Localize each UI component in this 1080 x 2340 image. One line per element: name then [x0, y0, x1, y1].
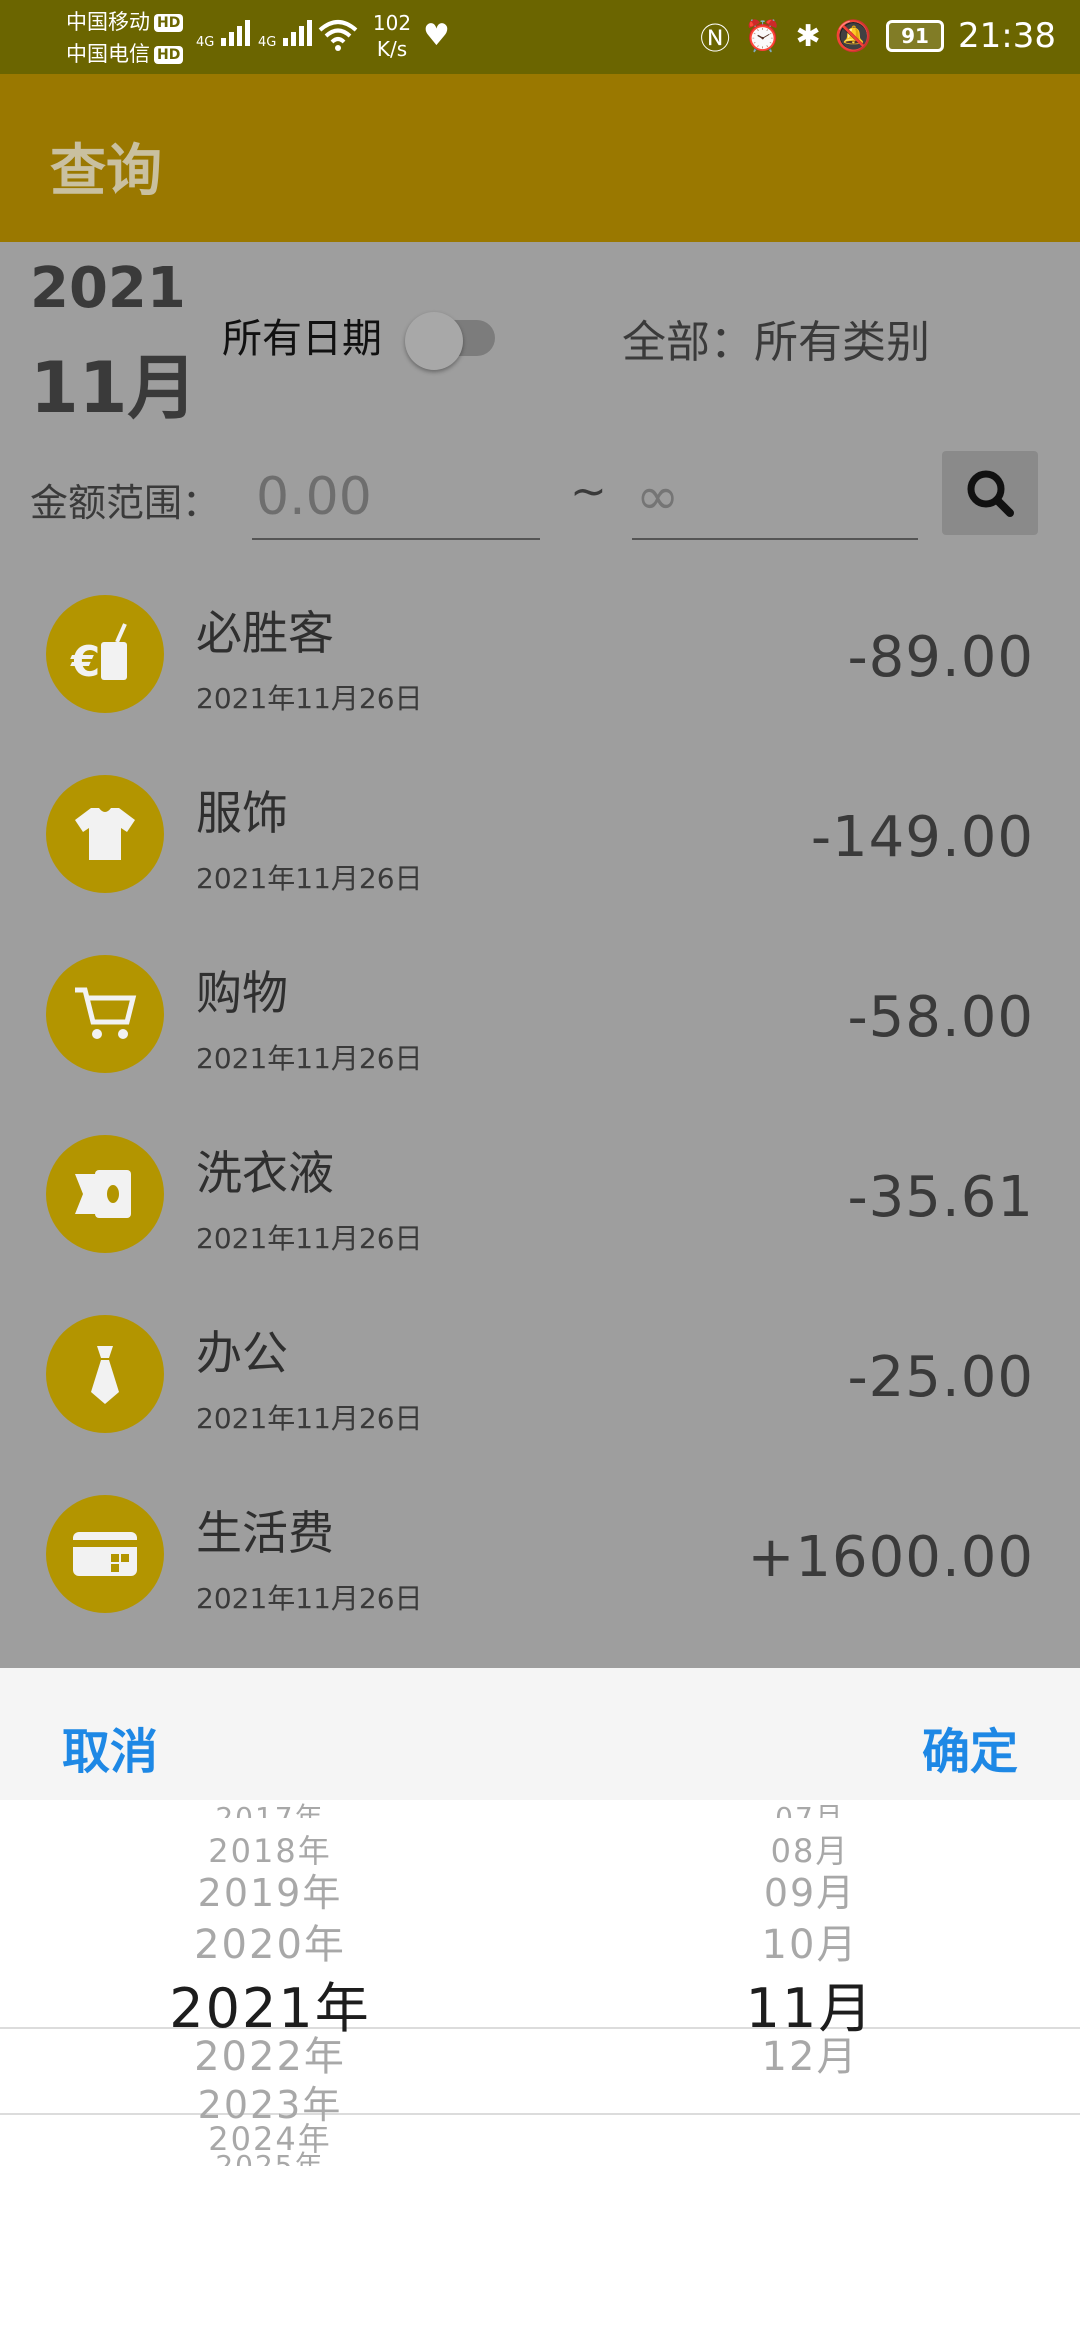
record-amount: -149.00	[810, 805, 1034, 870]
record-amount: -25.00	[847, 1345, 1034, 1410]
search-button[interactable]	[942, 451, 1038, 535]
record-name: 必胜客	[196, 606, 334, 660]
status-bar: 中国移动HD 中国电信HD 4G 4G 102 K/s ♥ Ⓝ ⏰ ✱ 🔕	[0, 0, 1080, 74]
confirm-button[interactable]: 确定	[922, 1712, 1018, 1782]
necktie-icon	[46, 1315, 164, 1433]
carrier-2: 中国电信 HD	[66, 39, 184, 69]
list-item[interactable]: 服饰 2021年11月26日 -149.00	[0, 775, 1080, 955]
record-amount: -58.00	[847, 985, 1034, 1050]
amount-max-input[interactable]	[632, 456, 918, 540]
tshirt-icon	[46, 775, 164, 893]
amount-range-label: 金额范围：	[30, 481, 221, 525]
hd-badge: HD	[154, 14, 184, 32]
alarm-icon: ⏰	[744, 18, 782, 54]
nfc-icon: Ⓝ	[700, 22, 731, 57]
app-bar: 查询	[0, 74, 1080, 242]
food-drink-icon: €	[46, 595, 164, 713]
list-item[interactable]: 洗衣液 2021年11月26日 -35.61	[0, 1135, 1080, 1315]
network-speed: 102 K/s	[370, 10, 414, 62]
month-option[interactable]: 12月	[540, 2024, 1080, 2082]
signal-2-icon: 4G	[258, 16, 312, 50]
bluetooth-icon: ✱	[795, 18, 821, 54]
record-name: 办公	[196, 1326, 288, 1380]
record-date: 2021年11月26日	[196, 1402, 423, 1435]
month-option[interactable]: 09月	[540, 1862, 1080, 1917]
month-selector[interactable]: 11月	[30, 332, 197, 433]
amount-min-input[interactable]	[252, 456, 540, 540]
record-date: 2021年11月26日	[196, 1042, 423, 1075]
year-option[interactable]: 2019年	[0, 1862, 540, 1917]
network-type-1: 4G	[196, 35, 215, 50]
record-name: 购物	[196, 966, 288, 1020]
amount-separator: ~	[570, 466, 607, 517]
record-name: 洗衣液	[196, 1146, 334, 1200]
list-item[interactable]: 生活费 2021年11月26日 +1600.00	[0, 1495, 1080, 1675]
year-option[interactable]: 2017年	[0, 1800, 540, 1818]
record-name: 服饰	[196, 786, 288, 840]
cancel-button[interactable]: 取消	[62, 1712, 158, 1782]
network-type-2: 4G	[258, 35, 277, 50]
category-selector[interactable]: 全部：所有类别	[622, 306, 930, 370]
year-option[interactable]: 2020年	[0, 1912, 540, 1970]
search-icon	[967, 470, 1014, 517]
year-selector[interactable]: 2021	[30, 256, 186, 321]
battery-icon: 91	[886, 20, 945, 52]
record-date: 2021年11月26日	[196, 682, 423, 715]
record-amount: -35.61	[847, 1165, 1034, 1230]
all-dates-label: 所有日期	[222, 316, 382, 362]
speed-value: 102	[372, 11, 412, 35]
record-date: 2021年11月26日	[196, 1222, 423, 1255]
carrier-1-label: 中国移动	[66, 10, 150, 34]
list-item[interactable]: € 必胜客 2021年11月26日 -89.00	[0, 595, 1080, 775]
picker-toolbar: 取消 确定	[0, 1668, 1080, 1800]
month-option[interactable]: 07月	[540, 1800, 1080, 1818]
tissue-roll-icon	[46, 1135, 164, 1253]
toggle-thumb	[405, 312, 463, 370]
year-wheel[interactable]: 2017年 2018年 2019年 2020年 2021年 2022年 2023…	[0, 1800, 540, 2340]
date-picker[interactable]: 2017年 2018年 2019年 2020年 2021年 2022年 2023…	[0, 1800, 1080, 2340]
page-title: 查询	[50, 139, 162, 204]
carrier-1: 中国移动 HD	[66, 7, 184, 37]
status-right: Ⓝ ⏰ ✱ 🔕 91 21:38	[700, 14, 1056, 58]
screen: 中国移动HD 中国电信HD 4G 4G 102 K/s ♥ Ⓝ ⏰ ✱ 🔕	[0, 0, 1080, 2340]
svg-text:€: €	[70, 637, 100, 686]
month-option[interactable]: 10月	[540, 1912, 1080, 1970]
battery-level: 91	[901, 24, 929, 48]
all-dates-toggle[interactable]	[405, 308, 497, 370]
record-date: 2021年11月26日	[196, 862, 423, 895]
carrier-2-label: 中国电信	[66, 42, 150, 66]
wifi-icon	[318, 20, 358, 51]
signal-1-icon: 4G	[196, 16, 250, 50]
record-name: 生活费	[196, 1506, 334, 1560]
list-item[interactable]: 购物 2021年11月26日 -58.00	[0, 955, 1080, 1135]
card-icon	[46, 1495, 164, 1613]
year-option[interactable]: 2025年	[0, 2144, 540, 2166]
health-heart-icon: ♥	[423, 18, 450, 53]
list-item[interactable]: 办公 2021年11月26日 -25.00	[0, 1315, 1080, 1495]
hd-badge: HD	[154, 46, 184, 64]
mute-bell-icon: 🔕	[834, 18, 873, 54]
cart-icon	[46, 955, 164, 1073]
clock: 21:38	[958, 16, 1056, 56]
record-amount: +1600.00	[747, 1525, 1034, 1590]
record-amount: -89.00	[847, 625, 1034, 690]
record-date: 2021年11月26日	[196, 1582, 423, 1615]
month-wheel[interactable]: 07月 08月 09月 10月 11月 12月	[540, 1800, 1080, 2340]
speed-unit: K/s	[376, 37, 408, 61]
